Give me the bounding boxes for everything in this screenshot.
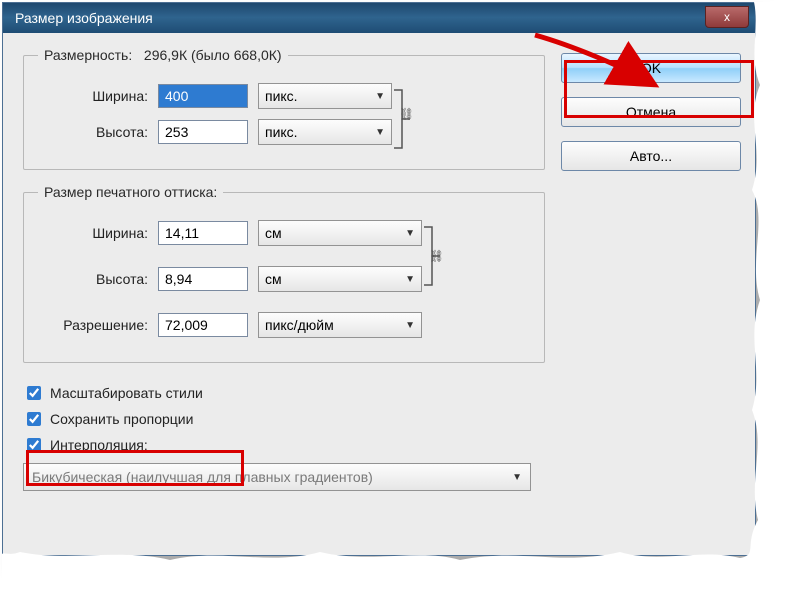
scale-styles-checkbox[interactable]: Масштабировать стили	[23, 383, 545, 403]
constrain-proportions-checkbox[interactable]: Сохранить пропорции	[23, 409, 545, 429]
chevron-down-icon: ▼	[375, 127, 385, 138]
chevron-down-icon: ▼	[375, 91, 385, 102]
constrain-proportions-input[interactable]	[27, 412, 41, 426]
print-height-label: Высота:	[38, 271, 148, 287]
close-icon: x	[724, 10, 730, 24]
window-title: Размер изображения	[15, 10, 153, 26]
print-height-input[interactable]	[158, 267, 248, 291]
options-group: Масштабировать стили Сохранить пропорции…	[23, 377, 545, 491]
resolution-input[interactable]	[158, 313, 248, 337]
print-size-legend: Размер печатного оттиска:	[38, 184, 223, 200]
chevron-down-icon: ▼	[405, 228, 415, 239]
chevron-down-icon: ▼	[405, 274, 415, 285]
chevron-down-icon: ▼	[512, 472, 522, 483]
left-column: Размерность: 296,9К (было 668,0К) Ширина…	[23, 47, 545, 491]
pixel-dimensions-legend: Размерность: 296,9К (было 668,0К)	[38, 47, 288, 63]
height-input[interactable]	[158, 120, 248, 144]
image-size-dialog: Размер изображения x Размерность: 296,9К…	[2, 2, 756, 556]
scale-styles-input[interactable]	[27, 386, 41, 400]
print-width-label: Ширина:	[38, 225, 148, 241]
constrain-link: ⛓	[392, 84, 412, 144]
chevron-down-icon: ▼	[405, 320, 415, 331]
titlebar[interactable]: Размер изображения x	[3, 3, 755, 33]
resolution-unit-select[interactable]: пикс/дюйм▼	[258, 312, 422, 338]
print-width-input[interactable]	[158, 221, 248, 245]
width-label: Ширина:	[38, 88, 148, 104]
width-unit-select[interactable]: пикс.▼	[258, 83, 392, 109]
print-constrain-link: ⛓	[422, 221, 442, 291]
close-button[interactable]: x	[705, 6, 749, 28]
height-unit-select[interactable]: пикс.▼	[258, 119, 392, 145]
pixel-dimensions-group: Размерность: 296,9К (было 668,0К) Ширина…	[23, 47, 545, 170]
interpolation-select[interactable]: Бикубическая (наилучшая для плавных град…	[23, 463, 531, 491]
link-icon: ⛓	[399, 107, 414, 121]
link-icon: ⛓	[429, 249, 444, 263]
width-input[interactable]	[158, 84, 248, 108]
resolution-label: Разрешение:	[38, 317, 148, 333]
right-column: OK Отмена Авто...	[561, 47, 741, 491]
cancel-button[interactable]: Отмена	[561, 97, 741, 127]
auto-button[interactable]: Авто...	[561, 141, 741, 171]
resample-checkbox[interactable]: Интерполяция:	[23, 435, 545, 455]
height-label: Высота:	[38, 124, 148, 140]
print-height-unit-select[interactable]: см▼	[258, 266, 422, 292]
print-width-unit-select[interactable]: см▼	[258, 220, 422, 246]
resample-input[interactable]	[27, 438, 41, 452]
ok-button[interactable]: OK	[561, 53, 741, 83]
print-size-group: Размер печатного оттиска: Ширина: см▼	[23, 184, 545, 363]
dialog-body: Размерность: 296,9К (было 668,0К) Ширина…	[3, 33, 755, 491]
